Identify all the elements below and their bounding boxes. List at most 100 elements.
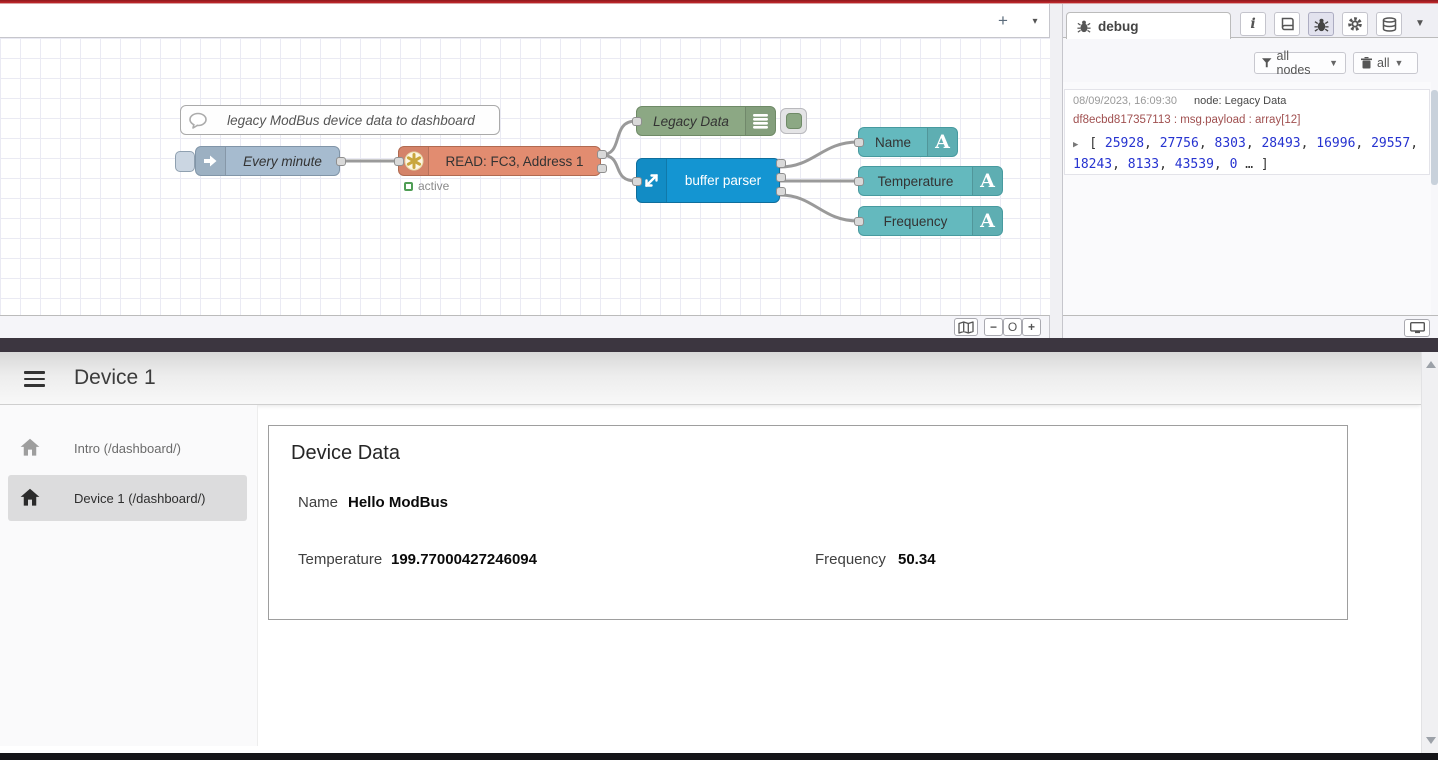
debug-message: 08/09/2023, 16:09:30 node: Legacy Data d… bbox=[1064, 89, 1430, 175]
device-data-card: Device Data Name Hello ModBus Temperatur… bbox=[268, 425, 1348, 620]
sidebar-tabbar: debug i ▼ bbox=[1063, 4, 1438, 38]
inject-arrow-icon bbox=[196, 147, 226, 175]
field-temperature-value: 199.77000427246094 bbox=[391, 551, 537, 568]
bug-icon bbox=[1314, 17, 1329, 32]
dashboard-scrollbar[interactable] bbox=[1421, 352, 1438, 753]
field-frequency-value: 50.34 bbox=[898, 551, 936, 568]
status-text: active bbox=[418, 179, 449, 193]
field-name-label: Name bbox=[298, 494, 338, 511]
scroll-down-icon[interactable] bbox=[1426, 737, 1436, 744]
flow-list-button[interactable]: ▾ bbox=[1022, 10, 1048, 32]
sidebar-item-label: Device 1 (/dashboard/) bbox=[74, 491, 206, 506]
home-icon bbox=[20, 488, 40, 507]
parser-output-port-1[interactable] bbox=[776, 159, 786, 168]
zoom-in-button[interactable]: + bbox=[1022, 318, 1041, 336]
inject-node-label: Every minute bbox=[226, 154, 339, 169]
dashboard-header: Device 1 bbox=[0, 352, 1421, 405]
comment-icon bbox=[181, 112, 215, 129]
inject-output-port[interactable] bbox=[336, 157, 346, 166]
field-temperature-label: Temperature bbox=[298, 551, 382, 568]
parser-output-port-2[interactable] bbox=[776, 173, 786, 182]
debug-source-node: node: Legacy Data bbox=[1194, 95, 1286, 107]
text-a-icon: A bbox=[972, 207, 1002, 235]
ui-frequency-input-port[interactable] bbox=[854, 217, 864, 226]
info-sidebar-button[interactable]: i bbox=[1240, 12, 1266, 36]
node-status: active bbox=[404, 179, 449, 193]
comment-node[interactable]: legacy ModBus device data to dashboard bbox=[180, 105, 500, 135]
sidebar-tabs-overflow-button[interactable]: ▼ bbox=[1415, 18, 1425, 29]
sidebar-splitter[interactable] bbox=[1050, 4, 1063, 338]
tab-debug[interactable]: debug bbox=[1066, 12, 1231, 39]
sidebar-item-device-1[interactable]: Device 1 (/dashboard/) bbox=[8, 475, 247, 521]
ui-text-node-temperature[interactable]: Temperature A bbox=[858, 166, 1003, 196]
read-output-port-1[interactable] bbox=[597, 150, 607, 159]
ui-text-node-name[interactable]: Name A bbox=[858, 127, 958, 157]
debug-message-list: 08/09/2023, 16:09:30 node: Legacy Data d… bbox=[1063, 82, 1431, 319]
ui-temperature-label: Temperature bbox=[859, 174, 972, 189]
navigator-button[interactable] bbox=[954, 318, 978, 336]
ui-name-input-port[interactable] bbox=[854, 138, 864, 147]
home-icon bbox=[20, 438, 40, 457]
help-sidebar-button[interactable] bbox=[1274, 12, 1300, 36]
inject-trigger-button[interactable] bbox=[175, 151, 195, 172]
debug-clear-button[interactable]: all ▼ bbox=[1353, 52, 1418, 74]
screen: + ▾ legacy ModBus device data to dashboa… bbox=[0, 0, 1438, 760]
add-flow-button[interactable]: + bbox=[990, 10, 1016, 32]
zoom-reset-button[interactable]: O bbox=[1003, 318, 1022, 336]
ui-text-node-frequency[interactable]: Frequency A bbox=[858, 206, 1003, 236]
status-ok-icon bbox=[404, 182, 413, 191]
open-debug-window-button[interactable] bbox=[1404, 319, 1430, 337]
layers-icon bbox=[1382, 17, 1397, 32]
trash-icon bbox=[1361, 57, 1372, 69]
gear-icon bbox=[1347, 16, 1363, 32]
chevron-down-icon: ▼ bbox=[1329, 58, 1338, 68]
debug-lines-icon bbox=[745, 107, 775, 135]
debug-msg-path: df8ecbd817357113 : msg.payload : array[1… bbox=[1073, 114, 1300, 126]
monitor-icon bbox=[1410, 322, 1425, 334]
sidebar-item-intro[interactable]: Intro (/dashboard/) bbox=[8, 425, 247, 471]
modbus-read-label: READ: FC3, Address 1 bbox=[429, 154, 600, 169]
text-a-icon: A bbox=[927, 128, 957, 156]
config-sidebar-button[interactable] bbox=[1342, 12, 1368, 36]
text-a-icon: A bbox=[972, 167, 1002, 195]
info-icon: i bbox=[1250, 16, 1255, 32]
inject-node[interactable]: Every minute bbox=[195, 146, 340, 176]
flow-tabbar: + ▾ bbox=[0, 4, 1050, 38]
scroll-up-icon[interactable] bbox=[1426, 361, 1436, 368]
funnel-icon bbox=[1262, 58, 1272, 68]
dashboard-sidebar: Intro (/dashboard/) Device 1 (/dashboard… bbox=[0, 405, 258, 746]
flow-canvas: legacy ModBus device data to dashboard E… bbox=[0, 38, 1050, 315]
context-sidebar-button[interactable] bbox=[1376, 12, 1402, 36]
tab-debug-label: debug bbox=[1098, 19, 1139, 34]
dashboard: Device 1 Intro (/dashboard/) Device 1 (/… bbox=[0, 352, 1421, 753]
buffer-parser-label: buffer parser bbox=[667, 173, 779, 188]
debug-sidebar: debug i ▼ all nodes ▼ bbox=[1063, 4, 1438, 338]
debug-node-legacy-data[interactable]: Legacy Data bbox=[636, 106, 776, 136]
dashboard-page-title: Device 1 bbox=[74, 366, 156, 390]
debug-scrollbar-thumb[interactable] bbox=[1431, 90, 1438, 185]
debug-clear-label: all bbox=[1377, 56, 1390, 70]
buffer-parser-node[interactable]: buffer parser bbox=[636, 158, 780, 203]
debug-filter-button[interactable]: all nodes ▼ bbox=[1254, 52, 1346, 74]
debug-sidebar-button[interactable] bbox=[1308, 12, 1334, 36]
bug-icon bbox=[1077, 19, 1091, 33]
sidebar-footer bbox=[1063, 315, 1438, 338]
sidebar-item-label: Intro (/dashboard/) bbox=[74, 441, 181, 456]
ui-temperature-input-port[interactable] bbox=[854, 177, 864, 186]
read-output-port-2[interactable] bbox=[597, 164, 607, 173]
window-bottom-strip bbox=[0, 753, 1438, 760]
parser-input-port[interactable] bbox=[632, 177, 642, 186]
zoom-out-button[interactable]: − bbox=[984, 318, 1003, 336]
debug-timestamp: 08/09/2023, 16:09:30 bbox=[1073, 95, 1177, 107]
ui-frequency-label: Frequency bbox=[859, 214, 972, 229]
debug-enable-toggle[interactable] bbox=[780, 108, 807, 134]
expand-payload-button[interactable]: ▶ bbox=[1073, 140, 1081, 150]
chevron-down-icon: ▼ bbox=[1395, 58, 1404, 68]
debug-input-port[interactable] bbox=[632, 117, 642, 126]
parser-output-port-3[interactable] bbox=[776, 187, 786, 196]
field-name-value: Hello ModBus bbox=[348, 494, 448, 511]
debug-filter-label: all nodes bbox=[1277, 49, 1325, 77]
read-input-port[interactable] bbox=[394, 157, 404, 166]
menu-icon[interactable] bbox=[24, 371, 45, 387]
modbus-read-node[interactable]: READ: FC3, Address 1 bbox=[398, 146, 601, 176]
